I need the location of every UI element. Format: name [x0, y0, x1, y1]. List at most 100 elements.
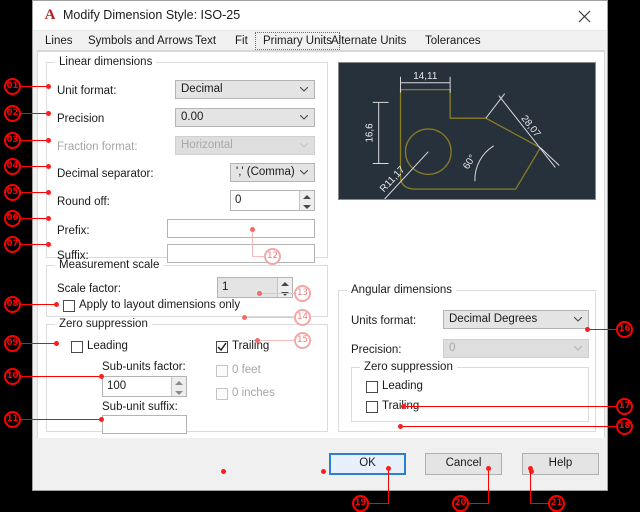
fraction-format-label: Fraction format: — [57, 141, 138, 153]
sub-unit-suffix-label: Sub-unit suffix: — [102, 401, 178, 413]
callout-03-badge: 03 — [4, 132, 21, 149]
unit-format-label: Unit format: — [57, 85, 117, 97]
callout-03-leader — [21, 140, 48, 141]
ok-button-label: OK — [359, 457, 376, 469]
tab-alternate-units[interactable]: Alternate Units — [324, 32, 413, 50]
angular-units-format-label: Units format: — [351, 315, 417, 327]
callout-12-leader-v — [252, 229, 253, 257]
callout-18-leader — [401, 426, 618, 427]
decimal-separator-combo[interactable]: ',' (Comma) — [230, 163, 315, 182]
scale-factor-spinner-up[interactable] — [278, 278, 292, 288]
angular-zs-leading-box — [366, 381, 378, 393]
zero-suppression-linear-legend: Zero suppression — [55, 318, 152, 330]
callout-16-badge: 16 — [616, 321, 633, 338]
round-off-spinner-up[interactable] — [300, 191, 314, 201]
decimal-separator-label: Decimal separator: — [57, 168, 154, 180]
chevron-down-icon — [574, 317, 582, 322]
callout-09-badge: 09 — [4, 335, 21, 352]
round-off-spinner[interactable]: 0 — [230, 190, 315, 211]
scale-factor-label: Scale factor: — [57, 283, 121, 295]
precision-label: Precision — [57, 113, 105, 125]
ok-button[interactable]: OK — [329, 453, 406, 475]
callout-03-dot — [46, 138, 51, 143]
callout-04-dot — [46, 164, 51, 169]
callout-02-badge: 02 — [4, 105, 21, 122]
angular-precision-label: Precision: — [351, 344, 402, 356]
sub-units-factor-spinner-down[interactable] — [172, 387, 186, 397]
cancel-button[interactable]: Cancel — [425, 453, 502, 475]
angular-precision-combo[interactable]: 0 — [443, 339, 589, 358]
callout-14-dot — [242, 315, 247, 320]
callout-07-leader — [21, 244, 48, 245]
callout-09-leader — [21, 343, 56, 344]
chevron-down-icon — [574, 346, 582, 351]
zs-feet-label: 0 feet — [232, 364, 261, 376]
decimal-separator-value: ',' (Comma) — [236, 166, 295, 178]
precision-combo[interactable]: 0.00 — [175, 108, 315, 127]
triangle-up-icon — [175, 381, 183, 385]
callout-15-dot — [255, 338, 260, 343]
callout-12-leader-h — [252, 256, 265, 257]
chevron-down-icon — [300, 115, 308, 120]
tab-tolerances[interactable]: Tolerances — [418, 32, 488, 50]
sub-units-factor-spinner[interactable]: 100 — [102, 376, 187, 397]
callout-12-badge: 12 — [264, 248, 281, 265]
zs-leading-label: Leading — [87, 340, 128, 352]
callout-05-leader — [21, 192, 48, 193]
cancel-button-dot — [321, 469, 326, 474]
sub-unit-suffix-input[interactable] — [102, 415, 187, 434]
angular-dimensions-legend: Angular dimensions — [347, 284, 457, 296]
callout-08-leader — [21, 304, 56, 305]
prefix-input[interactable] — [167, 219, 315, 238]
triangle-down-icon — [303, 204, 311, 209]
triangle-up-icon — [281, 282, 289, 286]
triangle-down-icon — [175, 390, 183, 395]
prefix-label: Prefix: — [57, 225, 90, 237]
callout-01-badge: 01 — [4, 78, 21, 95]
angular-zero-suppression-group: Zero suppression Leading Trailing — [351, 361, 589, 422]
round-off-spinner-down[interactable] — [300, 201, 314, 211]
angular-zero-suppression-legend: Zero suppression — [360, 361, 457, 373]
linear-dimensions-legend: Linear dimensions — [55, 56, 157, 68]
callout-20-leader-v — [488, 471, 489, 503]
callout-15-leader — [258, 340, 295, 341]
scale-factor-spinner[interactable]: 1 — [217, 277, 293, 298]
tab-symbols-and-arrows[interactable]: Symbols and Arrows — [81, 32, 200, 50]
sub-units-factor-label: Sub-units factor: — [102, 361, 186, 373]
scale-factor-value: 1 — [222, 281, 229, 293]
angular-units-format-value: Decimal Degrees — [449, 313, 538, 325]
apply-to-layout-dimensions-label: Apply to layout dimensions only — [79, 299, 241, 311]
callout-06-badge: 06 — [4, 210, 21, 227]
scale-factor-spinner-buttons[interactable] — [277, 278, 292, 297]
zs-feet-box — [216, 365, 228, 377]
dialog-footer: OK Cancel Help — [33, 438, 607, 490]
suffix-input[interactable] — [167, 244, 315, 263]
preview-label-14-11: 14,11 — [413, 71, 438, 82]
chevron-down-icon — [300, 143, 308, 148]
tab-lines[interactable]: Lines — [38, 32, 80, 50]
callout-04-leader — [21, 166, 48, 167]
callout-17-badge: 17 — [616, 398, 633, 415]
primary-units-panel: Linear dimensions Unit format: Decimal P… — [37, 51, 605, 439]
apply-to-layout-dimensions-box — [63, 300, 75, 312]
sub-units-factor-spinner-up[interactable] — [172, 377, 186, 387]
callout-19-leader-h — [369, 503, 389, 504]
callout-20-leader-h — [469, 503, 489, 504]
angular-units-format-combo[interactable]: Decimal Degrees — [443, 310, 589, 329]
unit-format-combo[interactable]: Decimal — [175, 80, 315, 99]
round-off-spinner-buttons[interactable] — [299, 191, 314, 210]
callout-19-leader-v — [388, 471, 389, 503]
close-button[interactable] — [563, 1, 607, 30]
chevron-down-icon — [300, 87, 308, 92]
zs-trailing-label: Trailing — [232, 340, 270, 352]
tab-text[interactable]: Text — [188, 32, 223, 50]
tab-fit[interactable]: Fit — [228, 32, 255, 50]
callout-14-badge: 14 — [294, 309, 311, 326]
callout-17-leader — [404, 406, 618, 407]
callout-21-badge: 21 — [548, 495, 565, 512]
callout-15-badge: 15 — [294, 332, 311, 349]
callout-09-dot — [54, 341, 59, 346]
callout-01-dot — [46, 84, 51, 89]
callout-07-badge: 07 — [4, 236, 21, 253]
sub-units-factor-spinner-buttons[interactable] — [171, 377, 186, 396]
